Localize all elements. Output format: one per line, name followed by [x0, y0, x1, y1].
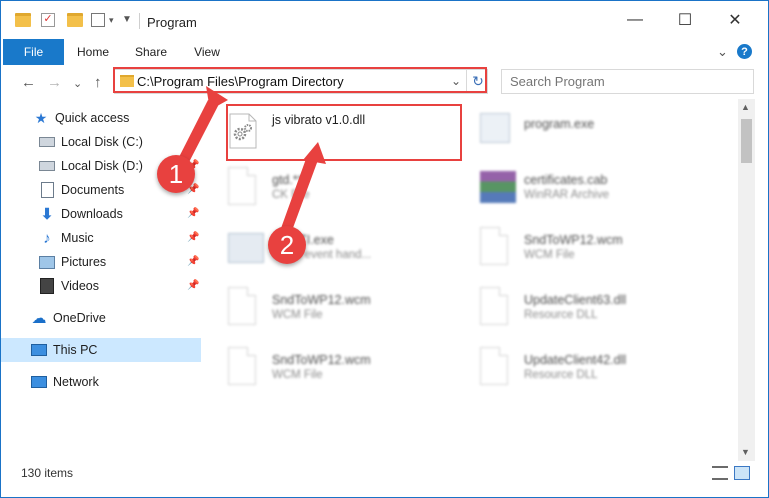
arrow-2 [280, 142, 326, 236]
callout-arrows [176, 86, 326, 236]
step-2-badge: 2 [268, 226, 306, 264]
step-1-badge: 1 [157, 155, 195, 193]
